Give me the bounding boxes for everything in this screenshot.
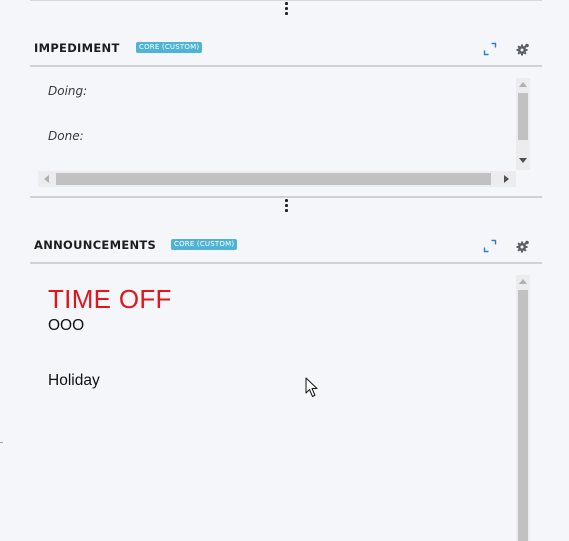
- announcements-title: ANNOUNCEMENTS: [34, 238, 157, 252]
- scroll-up-arrow-icon[interactable]: [519, 82, 527, 87]
- settings-gear-icon[interactable]: [516, 42, 530, 56]
- impediment-horizontal-scrollbar[interactable]: [38, 171, 516, 187]
- announcement-heading: TIME OFF: [48, 284, 172, 314]
- top-divider: [30, 0, 542, 1]
- more-options-icon[interactable]: [283, 2, 289, 16]
- expand-icon[interactable]: [483, 42, 497, 56]
- scroll-right-arrow-icon[interactable]: [504, 175, 509, 183]
- impediment-badge: CORE (CUSTOM): [136, 42, 203, 53]
- mouse-cursor-icon: [305, 377, 318, 397]
- impediment-header-divider: [30, 65, 542, 67]
- edge-mark: [0, 442, 3, 443]
- scroll-up-arrow-icon[interactable]: [519, 279, 527, 284]
- impediment-vertical-scrollbar[interactable]: [516, 78, 530, 170]
- expand-icon[interactable]: [483, 239, 497, 253]
- doing-label: Doing:: [48, 84, 88, 98]
- scroll-left-arrow-icon[interactable]: [44, 175, 49, 183]
- done-label: Done:: [48, 129, 84, 143]
- impediment-title: IMPEDIMENT: [34, 41, 120, 55]
- impediment-horizontal-scroll-thumb[interactable]: [56, 173, 491, 185]
- announcements-vertical-scrollbar[interactable]: [516, 275, 530, 541]
- announcements-vertical-scroll-thumb[interactable]: [518, 290, 528, 541]
- impediment-vertical-scroll-thumb[interactable]: [518, 93, 528, 140]
- settings-gear-icon[interactable]: [516, 239, 530, 253]
- announcements-badge: CORE (CUSTOM): [171, 239, 238, 250]
- announcement-line-holiday: Holiday: [48, 372, 100, 389]
- more-options-icon[interactable]: [283, 199, 289, 213]
- middle-divider: [30, 196, 542, 198]
- scroll-down-arrow-icon[interactable]: [519, 158, 527, 163]
- announcement-line-ooo: OOO: [48, 317, 85, 334]
- announcements-header-divider: [30, 262, 542, 264]
